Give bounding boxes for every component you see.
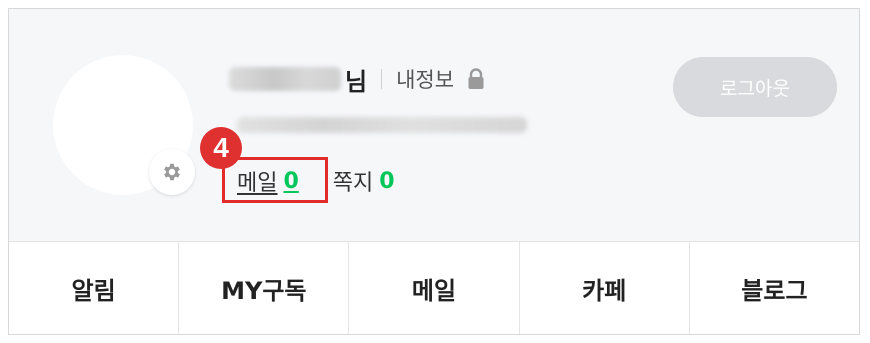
tab-cafe[interactable]: 카페 xyxy=(520,242,690,334)
tab-mail[interactable]: 메일 xyxy=(349,242,520,334)
tab-notifications[interactable]: 알림 xyxy=(9,242,180,334)
gear-icon xyxy=(164,163,180,181)
profile-section: 님 내정보 메일 0 쪽지 0 4 로그아웃 xyxy=(9,9,859,242)
note-link[interactable]: 쪽지 xyxy=(333,165,373,197)
lock-icon xyxy=(466,68,486,90)
tab-blog[interactable]: 블로그 xyxy=(690,242,859,334)
email-blurred xyxy=(237,117,527,133)
my-info-link[interactable]: 내정보 xyxy=(396,64,454,94)
step-badge: 4 xyxy=(200,127,242,169)
profile-settings-button[interactable] xyxy=(149,149,195,195)
name-row: 님 내정보 xyxy=(229,61,486,97)
service-tabs: 알림 MY구독 메일 카페 블로그 xyxy=(9,242,859,334)
logout-button[interactable]: 로그아웃 xyxy=(673,57,837,117)
mail-highlight-box xyxy=(222,157,328,203)
name-suffix: 님 xyxy=(345,67,368,96)
note-count[interactable]: 0 xyxy=(379,169,394,194)
tab-my-subscriptions[interactable]: MY구독 xyxy=(179,242,350,334)
account-panel: 님 내정보 메일 0 쪽지 0 4 로그아웃 알림 MY구독 메일 카페 블로그 xyxy=(8,8,860,335)
username-blurred xyxy=(229,67,341,91)
divider xyxy=(381,69,383,89)
